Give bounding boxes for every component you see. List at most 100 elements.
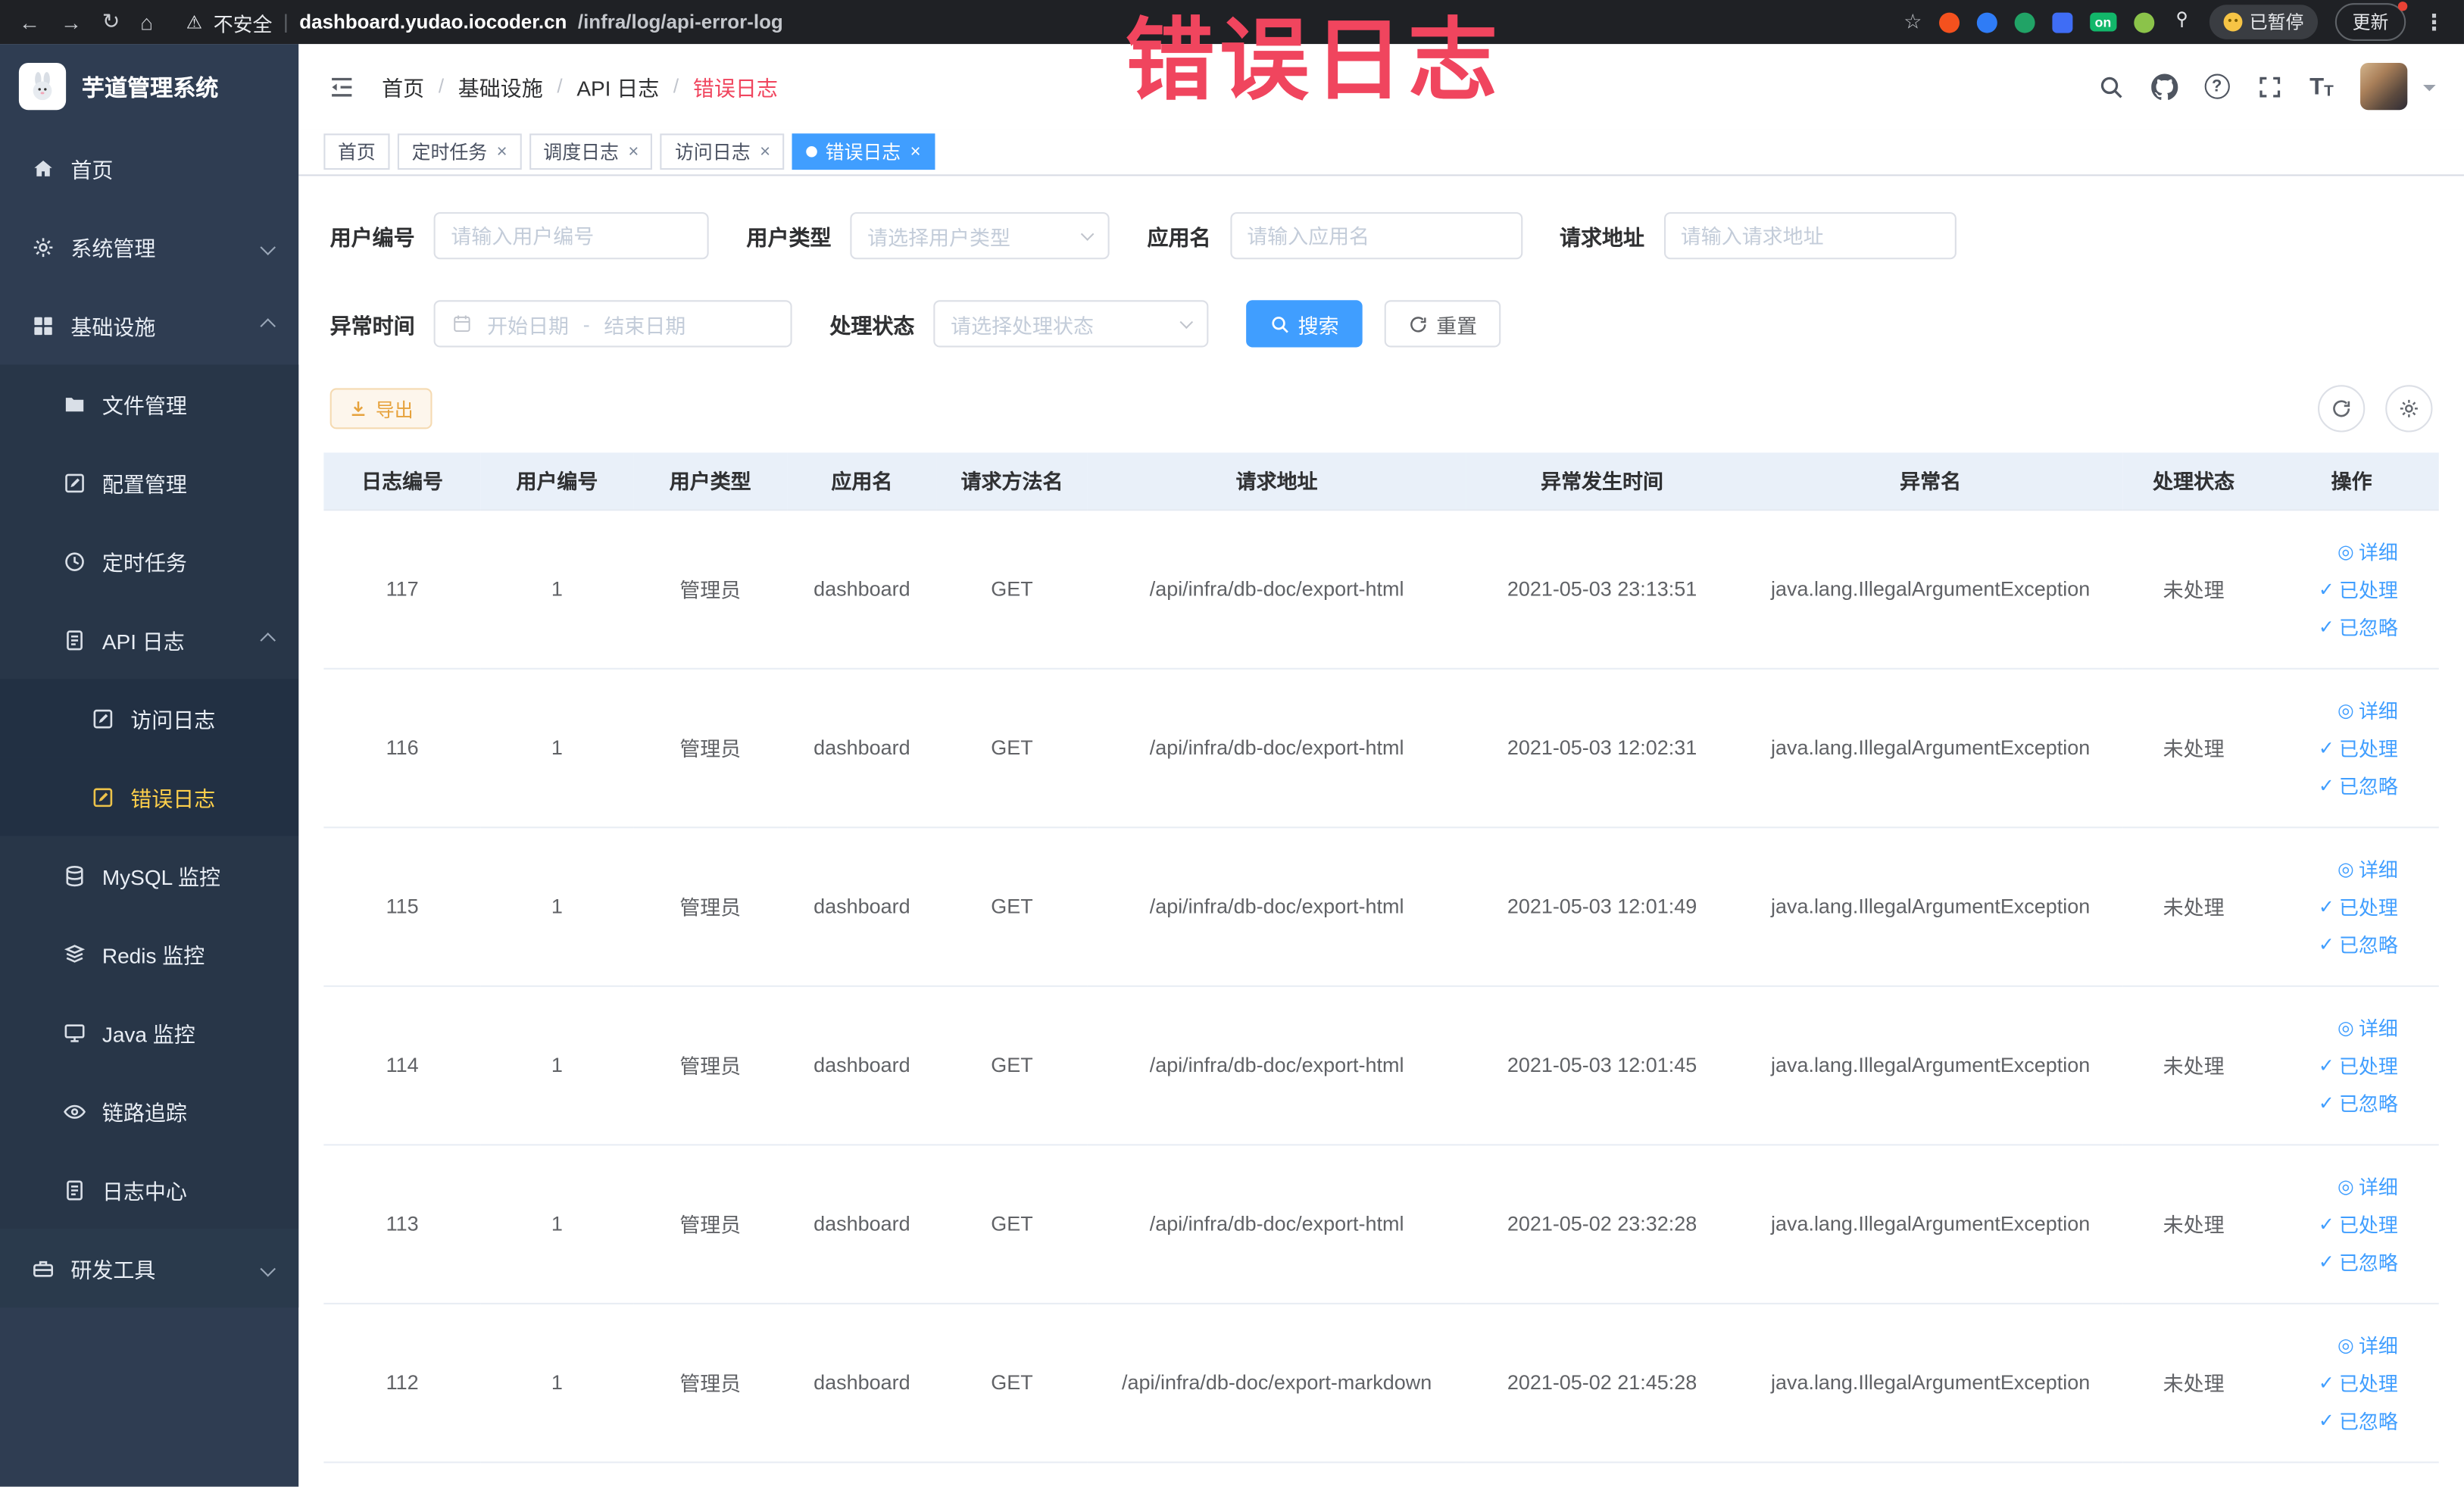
breadcrumb-api-log[interactable]: API 日志 — [576, 70, 659, 102]
sidebar-item-link-tracing[interactable]: 链路追踪 — [0, 1071, 299, 1151]
export-button[interactable]: 导出 — [329, 388, 433, 430]
col-app-name: 应用名 — [787, 452, 937, 511]
home-icon[interactable]: ⌂ — [140, 10, 153, 33]
process-status-select[interactable]: 请选择处理状态 — [933, 300, 1209, 348]
sidebar-item-system-management[interactable]: 系统管理 — [0, 208, 298, 286]
paused-badge[interactable]: 已暂停 — [2208, 5, 2319, 39]
extension-icon-green[interactable] — [2014, 11, 2035, 33]
browser-menu-icon[interactable]: ⋮ — [2423, 8, 2445, 35]
ignored-action[interactable]: ✓ 已忽略 — [2319, 611, 2398, 641]
processed-action[interactable]: ✓ 已处理 — [2319, 891, 2398, 920]
eye-icon: ◎ — [2337, 857, 2354, 879]
sidebar-item-infrastructure[interactable]: 基础设施 — [0, 286, 298, 365]
extension-icon-light-green[interactable] — [2133, 11, 2154, 33]
sidebar-item-redis-monitor[interactable]: Redis 监控 — [0, 914, 299, 994]
processed-action[interactable]: ✓ 已处理 — [2319, 1367, 2398, 1397]
detail-action[interactable]: ◎ 详细 — [2338, 854, 2398, 883]
breadcrumb-infrastructure[interactable]: 基础设施 — [458, 70, 543, 102]
tab-scheduled-tasks[interactable]: 定时任务 × — [397, 133, 522, 170]
gear-icon — [2400, 399, 2418, 417]
sidebar-item-log-center[interactable]: 日志中心 — [0, 1150, 299, 1229]
processed-action[interactable]: ✓ 已处理 — [2319, 1050, 2398, 1079]
extensions-pin-icon[interactable] — [2171, 9, 2191, 34]
refresh-table-button[interactable] — [2318, 385, 2366, 433]
request-url-input[interactable] — [1663, 212, 1956, 260]
extension-icon-orange[interactable] — [1939, 11, 1960, 33]
sidebar-item-access-log[interactable]: 访问日志 — [0, 679, 299, 758]
sidebar-item-mysql-monitor[interactable]: MySQL 监控 — [0, 836, 299, 915]
font-size-icon[interactable]: TT — [2309, 73, 2334, 99]
sidebar-item-java-monitor[interactable]: Java 监控 — [0, 993, 299, 1072]
sidebar-item-config-management[interactable]: 配置管理 — [0, 443, 299, 522]
reset-button[interactable]: 重置 — [1384, 300, 1501, 348]
forward-icon[interactable]: → — [61, 10, 82, 33]
tab-error-log[interactable]: 错误日志 × — [792, 133, 935, 170]
exception-time-range-picker[interactable]: 开始日期 - 结束日期 — [433, 300, 792, 348]
sidebar-fold-icon[interactable] — [327, 71, 357, 101]
search-icon[interactable] — [2097, 73, 2124, 99]
sidebar-item-error-log[interactable]: 错误日志 — [0, 757, 299, 836]
sidebar-item-dev-tools[interactable]: 研发工具 — [0, 1229, 299, 1308]
ignored-action[interactable]: ✓ 已忽略 — [2319, 1246, 2398, 1276]
bookmark-star-icon[interactable]: ☆ — [1903, 9, 1922, 34]
update-button[interactable]: 更新 — [2334, 2, 2408, 41]
extension-icon-blue-square[interactable] — [2052, 11, 2073, 33]
sidebar-item-file-management[interactable]: 文件管理 — [0, 364, 299, 444]
back-icon[interactable]: ← — [19, 10, 40, 33]
ignored-action[interactable]: ✓ 已忽略 — [2319, 929, 2398, 958]
ignored-action[interactable]: ✓ 已忽略 — [2319, 1088, 2398, 1117]
tab-label: 定时任务 — [411, 141, 488, 164]
address-bar[interactable]: ⚠ 不安全 | dashboard.yudao.iocoder.cn/infra… — [186, 7, 783, 36]
close-icon[interactable]: × — [497, 142, 507, 161]
close-icon[interactable]: × — [628, 142, 639, 161]
fullscreen-icon[interactable] — [2256, 73, 2283, 99]
detail-action-label: 详细 — [2358, 1176, 2398, 1199]
monitor-icon — [64, 1023, 85, 1042]
table-row: 113 1 管理员 dashboard GET /api/infra/db-do… — [323, 1144, 2439, 1304]
ignored-action[interactable]: ✓ 已忽略 — [2319, 770, 2398, 800]
search-button[interactable]: 搜索 — [1246, 300, 1363, 348]
avatar-caret-icon[interactable] — [2423, 85, 2436, 98]
tab-access-log[interactable]: 访问日志 × — [661, 133, 785, 170]
cell-user-id: 1 — [480, 509, 634, 669]
help-icon[interactable]: ? — [2204, 73, 2230, 99]
app-logo[interactable]: 芋道管理系统 — [0, 44, 298, 129]
detail-action[interactable]: ◎ 详细 — [2338, 536, 2398, 565]
cell-exception-time: 2021-05-03 23:13:51 — [1466, 509, 1738, 669]
chevron-down-icon — [1179, 314, 1194, 329]
extension-icon-blue[interactable] — [1977, 11, 1998, 33]
close-icon[interactable]: × — [910, 142, 921, 161]
processed-action[interactable]: ✓ 已处理 — [2319, 1208, 2398, 1238]
extension-on-badge[interactable]: on — [2090, 12, 2116, 33]
cell-request-url: /api/infra/db-doc/export-html — [1087, 826, 1466, 986]
close-icon[interactable]: × — [760, 142, 770, 161]
user-id-input[interactable] — [433, 212, 709, 260]
github-icon[interactable] — [2150, 73, 2178, 99]
ignored-action[interactable]: ✓ 已忽略 — [2319, 1405, 2398, 1435]
sidebar-item-home[interactable]: 首页 — [0, 129, 298, 208]
tab-home[interactable]: 首页 — [323, 133, 390, 170]
avatar[interactable] — [2360, 62, 2408, 111]
export-button-label: 导出 — [375, 398, 414, 420]
paused-badge-label: 已暂停 — [2249, 14, 2304, 33]
detail-action[interactable]: ◎ 详细 — [2338, 1171, 2398, 1201]
app-name-input[interactable] — [1229, 212, 1522, 260]
detail-action[interactable]: ◎ 详细 — [2338, 695, 2398, 724]
breadcrumb-home[interactable]: 首页 — [382, 70, 424, 102]
sidebar-item-scheduled-tasks[interactable]: 定时任务 — [0, 521, 299, 601]
processed-action[interactable]: ✓ 已处理 — [2319, 573, 2398, 603]
check-icon: ✓ — [2318, 736, 2334, 758]
calendar-icon — [451, 313, 473, 335]
user-type-select[interactable]: 请选择用户类型 — [850, 212, 1110, 260]
sidebar-item-api-log[interactable]: API 日志 — [0, 600, 299, 679]
detail-action-label: 详细 — [2358, 1018, 2398, 1041]
reload-icon[interactable]: ↻ — [102, 9, 120, 34]
detail-action[interactable]: ◎ 详细 — [2338, 1329, 2398, 1359]
breadcrumb-separator: / — [557, 75, 563, 98]
processed-action[interactable]: ✓ 已处理 — [2319, 733, 2398, 762]
column-settings-button[interactable] — [2385, 385, 2433, 433]
browser-actions: ☆ on 已暂停 更新 ⋮ — [1903, 2, 2445, 41]
detail-action[interactable]: ◎ 详细 — [2338, 1012, 2398, 1042]
tab-dispatch-log[interactable]: 调度日志 × — [529, 133, 653, 170]
ignored-action-label: 已忽略 — [2339, 776, 2398, 798]
